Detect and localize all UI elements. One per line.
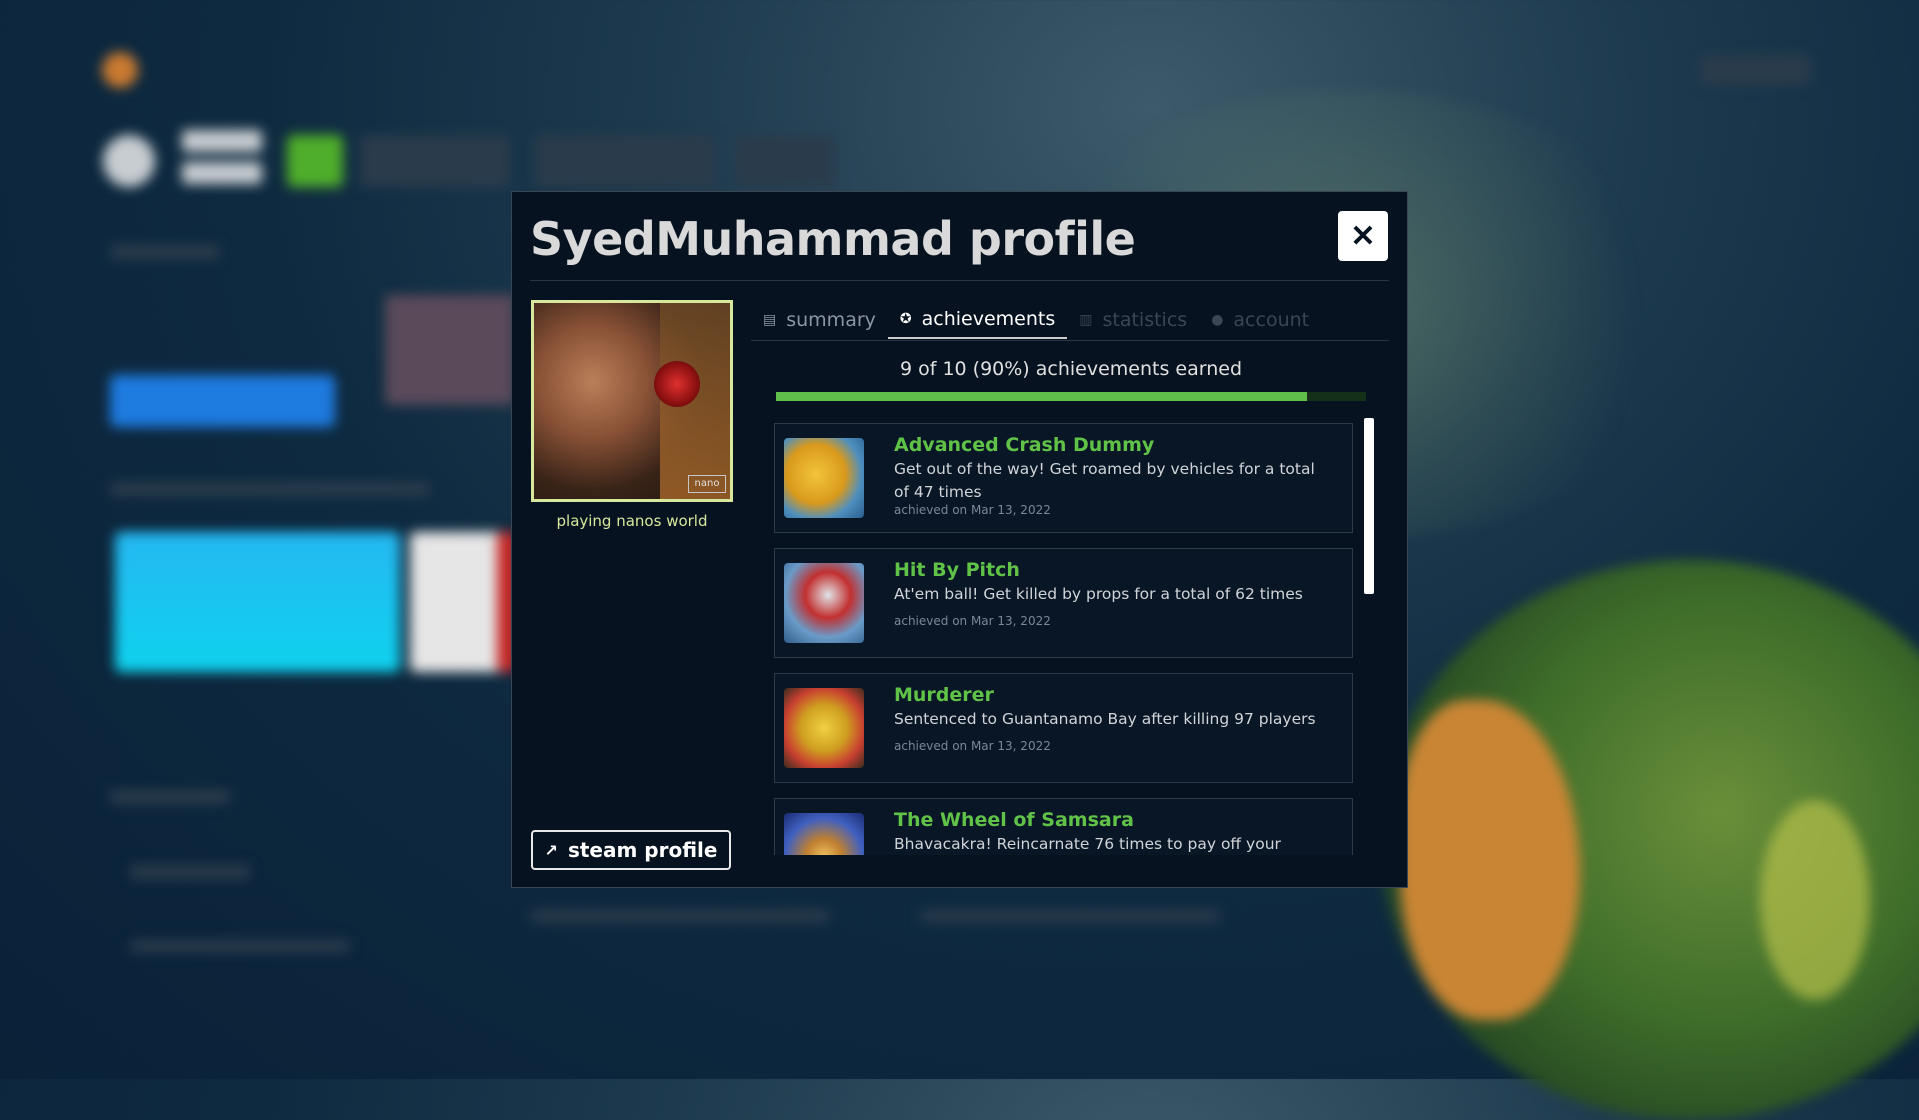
tab-account[interactable]: ● account <box>1199 300 1321 339</box>
achievements-summary: 9 of 10 (90%) achievements earned <box>899 358 1243 380</box>
crash-dummy-icon <box>784 438 864 518</box>
medal-icon: ✪ <box>899 310 912 327</box>
summary-icon: ▤ <box>763 311 777 328</box>
achievement-description: Get out of the way! Get roamed by vehicl… <box>894 460 1315 501</box>
list-item: The Wheel of Samsara Bhavacakra! Reincar… <box>774 798 1353 855</box>
close-icon: ✕ <box>1350 219 1376 253</box>
avatar: nano <box>531 300 733 502</box>
modal-title: SyedMuhammad profile <box>530 212 1136 266</box>
nanos-logo-icon: nano <box>688 475 726 493</box>
buddha-icon <box>784 813 864 855</box>
achievement-date: achieved on Mar 13, 2022 <box>894 614 1051 628</box>
list-item: Hit By Pitch At'em ball! Get killed by p… <box>774 548 1353 658</box>
title-divider <box>530 280 1389 281</box>
list-item: Murderer Sentenced to Guantanamo Bay aft… <box>774 673 1353 783</box>
bar-chart-icon: ▥ <box>1079 311 1093 328</box>
achievement-date: achieved on Mar 13, 2022 <box>894 739 1051 753</box>
achievement-description: Bhavacakra! Reincarnate 76 times to pay … <box>894 835 1281 853</box>
profile-tabs: ▤ summary ✪ achievements ▥ statistics ● … <box>751 300 1389 341</box>
achievement-name: Advanced Crash Dummy <box>894 434 1155 456</box>
achievement-date: achieved on Mar 13, 2022 <box>894 503 1051 517</box>
achievement-name: The Wheel of Samsara <box>894 809 1134 831</box>
progress-fill <box>776 392 1307 401</box>
steam-profile-label: steam profile <box>567 838 718 862</box>
tab-statistics[interactable]: ▥ statistics <box>1067 300 1199 339</box>
external-link-icon: ↗ <box>544 840 558 860</box>
steam-profile-button[interactable]: ↗ steam profile <box>531 830 731 870</box>
swordswoman-icon <box>784 688 864 768</box>
list-item: Advanced Crash Dummy Get out of the way!… <box>774 423 1353 533</box>
achievement-description: At'em ball! Get killed by props for a to… <box>894 585 1303 603</box>
user-icon: ● <box>1211 311 1224 328</box>
baseball-player-icon <box>784 563 864 643</box>
achievement-name: Hit By Pitch <box>894 559 1020 581</box>
achievements-progress-bar <box>776 392 1366 401</box>
achievement-description: Sentenced to Guantanamo Bay after killin… <box>894 710 1316 728</box>
profile-modal: SyedMuhammad profile ✕ nano playing nano… <box>511 191 1408 888</box>
achievements-scrollbar[interactable] <box>1364 418 1374 594</box>
close-button[interactable]: ✕ <box>1338 211 1388 261</box>
tab-achievements[interactable]: ✪ achievements <box>887 300 1068 339</box>
achievement-name: Murderer <box>894 684 994 706</box>
tab-summary[interactable]: ▤ summary <box>751 300 888 339</box>
achievements-list[interactable]: Advanced Crash Dummy Get out of the way!… <box>774 423 1353 855</box>
playing-status: playing nanos world <box>556 512 708 530</box>
